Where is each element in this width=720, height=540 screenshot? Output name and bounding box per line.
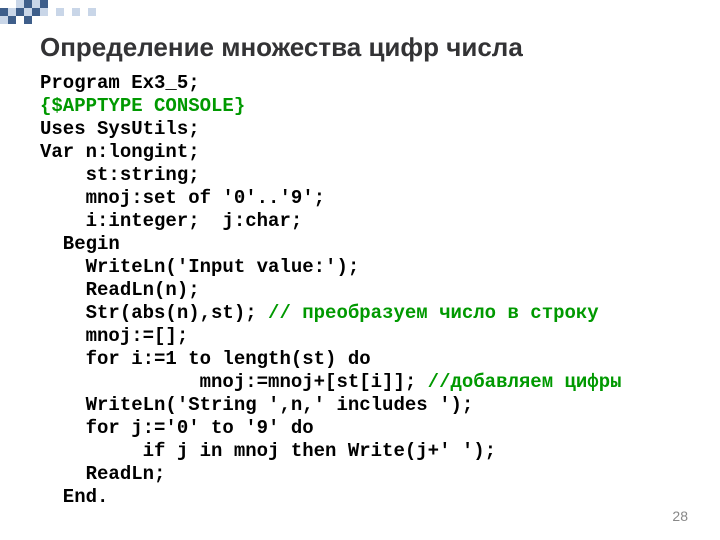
code-line: mnoj:set of '0'..'9'; (40, 187, 325, 209)
code-line: Begin (40, 233, 120, 255)
code-line: ReadLn; (40, 463, 165, 485)
corner-decoration (0, 0, 96, 30)
code-line: Str(abs(n),st); (40, 302, 268, 324)
code-line: WriteLn('String ',n,' includes '); (40, 394, 473, 416)
code-line: ReadLn(n); (40, 279, 200, 301)
code-line: st:string; (40, 164, 200, 186)
code-line: mnoj:=[]; (40, 325, 188, 347)
code-line: End. (40, 486, 108, 508)
code-comment: // преобразуем число в строку (268, 302, 599, 324)
code-line: Program Ex3_5; (40, 72, 200, 94)
slide: Определение множества цифр числа Program… (0, 0, 720, 540)
code-line: for i:=1 to length(st) do (40, 348, 371, 370)
code-line: if j in mnoj then Write(j+' '); (40, 440, 496, 462)
code-comment: //добавляем цифры (428, 371, 622, 393)
code-line: WriteLn('Input value:'); (40, 256, 359, 278)
slide-title: Определение множества цифр числа (40, 32, 523, 63)
code-line: for j:='0' to '9' do (40, 417, 314, 439)
code-block: Program Ex3_5; {$APPTYPE CONSOLE} Uses S… (40, 72, 622, 509)
code-line: i:integer; j:char; (40, 210, 302, 232)
code-line: Uses SysUtils; (40, 118, 200, 140)
code-line: Var n:longint; (40, 141, 200, 163)
code-line-directive: {$APPTYPE CONSOLE} (40, 95, 245, 117)
code-line: mnoj:=mnoj+[st[i]]; (40, 371, 428, 393)
page-number: 28 (672, 508, 688, 524)
